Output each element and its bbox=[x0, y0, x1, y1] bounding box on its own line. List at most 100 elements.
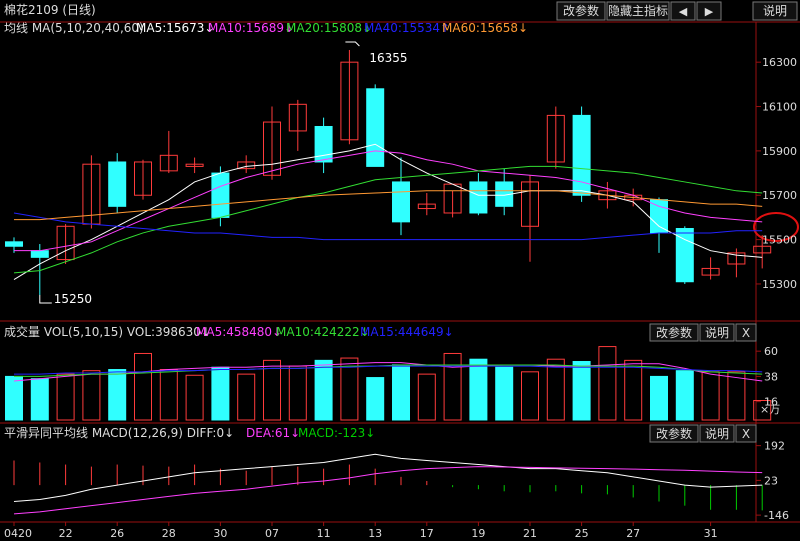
legend-vol-ma10: MA10:424222↓ bbox=[276, 325, 370, 339]
volume-bar-up bbox=[546, 358, 565, 421]
volume-bar-up bbox=[288, 365, 307, 421]
volume-bar-up bbox=[263, 359, 281, 421]
macd-params-button[interactable]: 改参数 bbox=[656, 426, 692, 441]
x-tick-label: 13 bbox=[368, 527, 382, 540]
legend-ma40: MA40:15534↑ bbox=[364, 21, 450, 35]
main-plot: 16355 15250 bbox=[5, 41, 772, 306]
volume-bar-up bbox=[727, 371, 746, 421]
volume-bar-up bbox=[56, 373, 75, 421]
vol-y-tick-label: 60 bbox=[764, 345, 778, 358]
candle-down bbox=[469, 181, 488, 214]
candle-down bbox=[211, 172, 230, 218]
volume-bar-down bbox=[211, 366, 230, 421]
candle-down bbox=[650, 199, 668, 234]
volume-line-ma10 bbox=[14, 364, 763, 377]
legend-vol-ma15: MA15:444649↓ bbox=[360, 325, 454, 339]
line-ma20 bbox=[13, 165, 763, 274]
y-tick-label: 15700 bbox=[762, 189, 797, 202]
axes-labels: 1630016100159001570015500153006038161922… bbox=[4, 56, 797, 540]
volume-bar-up bbox=[237, 373, 256, 421]
x-tick-label: 19 bbox=[471, 527, 485, 540]
x-tick-label: 30 bbox=[213, 527, 227, 540]
legend-ma5: MA5:15673↓ bbox=[136, 21, 214, 35]
y-tick-label: 15900 bbox=[762, 145, 797, 158]
params-button[interactable]: 改参数 bbox=[563, 3, 599, 18]
macd-help-button[interactable]: 说明 bbox=[705, 426, 729, 441]
macd-y-tick-label: -146 bbox=[764, 509, 789, 522]
vol-y-tick-label: 38 bbox=[764, 370, 778, 383]
legend-ma10: MA10:15689↓ bbox=[208, 21, 294, 35]
volume-bar-down bbox=[675, 370, 694, 421]
legend-dea: DEA:61↓ bbox=[246, 426, 300, 440]
main-legend: 均线 MA(5,10,20,40,60) MA5:15673↓ MA10:156… bbox=[4, 21, 528, 35]
volume-bar-down bbox=[495, 366, 514, 421]
volume-bar-down bbox=[5, 375, 23, 421]
macd-title: 平滑异同平均线 MACD(12,26,9) DIFF:0↓ bbox=[4, 426, 234, 440]
volume-bar-down bbox=[650, 375, 668, 421]
volume-title: 成交量 VOL(5,10,15) VOL:398630↓ bbox=[4, 324, 211, 339]
volume-bar-down bbox=[572, 361, 591, 421]
y-tick-label: 16300 bbox=[762, 56, 797, 69]
volume-bar-up bbox=[624, 359, 643, 421]
macd-plot bbox=[13, 453, 763, 515]
volume-bar-up bbox=[521, 371, 539, 421]
ma-indicator-title: 均线 MA(5,10,20,40,60) bbox=[4, 21, 144, 35]
annotation-leader-high bbox=[345, 41, 360, 47]
top-toolbar: 改参数 隐藏主指标 ◀ ▶ 说明 bbox=[556, 1, 798, 21]
macd-y-tick-label: 192 bbox=[764, 440, 785, 453]
volume-bar-up bbox=[443, 352, 462, 421]
volume-bar-down bbox=[366, 377, 385, 421]
y-tick-label: 15500 bbox=[762, 234, 797, 247]
x-tick-label: 31 bbox=[704, 527, 718, 540]
volume-bar-down bbox=[108, 369, 127, 421]
line-ma40 bbox=[13, 212, 763, 241]
chart-root: 棉花2109 (日线) 改参数 隐藏主指标 ◀ ▶ 说明 均线 MA(5,10,… bbox=[0, 1, 800, 540]
line-dif bbox=[13, 453, 763, 503]
vol-help-button[interactable]: 说明 bbox=[705, 325, 729, 340]
x-tick-label: 11 bbox=[317, 527, 331, 540]
x-tick-label: 0420 bbox=[4, 527, 32, 540]
volume-bar-down bbox=[30, 378, 49, 421]
next-arrow-icon[interactable]: ▶ bbox=[705, 5, 714, 18]
y-tick-label: 15300 bbox=[762, 278, 797, 291]
legend-ma60: MA60:15658↓ bbox=[442, 21, 528, 35]
instrument-title: 棉花2109 (日线) bbox=[4, 2, 96, 17]
x-tick-label: 25 bbox=[575, 527, 589, 540]
legend-ma20: MA20:15808↓ bbox=[286, 21, 372, 35]
line-ma10 bbox=[14, 150, 763, 252]
volume-plot bbox=[5, 346, 772, 421]
x-tick-label: 17 bbox=[420, 527, 434, 540]
x-tick-label: 28 bbox=[162, 527, 176, 540]
x-tick-label: 21 bbox=[523, 527, 537, 540]
x-tick-label: 26 bbox=[110, 527, 124, 540]
annotation-low: 15250 bbox=[54, 292, 92, 306]
vol-y-tick-label: 16 bbox=[764, 396, 778, 409]
macd-y-tick-label: 23 bbox=[764, 474, 778, 487]
candle-down bbox=[30, 250, 49, 258]
x-tick-label: 27 bbox=[626, 527, 640, 540]
volume-bar-down bbox=[392, 364, 410, 421]
legend-macd: MACD:-123↓ bbox=[298, 426, 375, 440]
prev-arrow-icon[interactable]: ◀ bbox=[679, 5, 688, 18]
macd-close-icon[interactable]: X bbox=[742, 427, 750, 441]
macd-header: 平滑异同平均线 MACD(12,26,9) DIFF:0↓ DEA:61↓ MA… bbox=[4, 424, 757, 443]
line-ma60 bbox=[14, 190, 763, 221]
volume-bar-up bbox=[82, 370, 101, 421]
candle-down bbox=[108, 161, 127, 207]
volume-bar-down bbox=[469, 358, 488, 421]
legend-vol-ma5: MA5:458480↓ bbox=[196, 325, 282, 339]
vol-params-button[interactable]: 改参数 bbox=[656, 325, 692, 340]
volume-bar-up bbox=[701, 371, 720, 421]
annotation-leader-low bbox=[39, 295, 52, 304]
hide-main-button[interactable]: 隐藏主指标 bbox=[608, 3, 668, 18]
y-tick-label: 16100 bbox=[762, 101, 797, 114]
volume-bar-up bbox=[417, 373, 436, 421]
x-tick-label: 22 bbox=[59, 527, 73, 540]
vol-close-icon[interactable]: X bbox=[742, 326, 750, 340]
candle-down bbox=[392, 181, 410, 223]
volume-bar-up bbox=[159, 369, 178, 421]
line-dea bbox=[13, 466, 763, 515]
candle-down bbox=[366, 88, 385, 167]
volume-bar-up bbox=[598, 346, 617, 421]
help-button[interactable]: 说明 bbox=[763, 3, 787, 18]
